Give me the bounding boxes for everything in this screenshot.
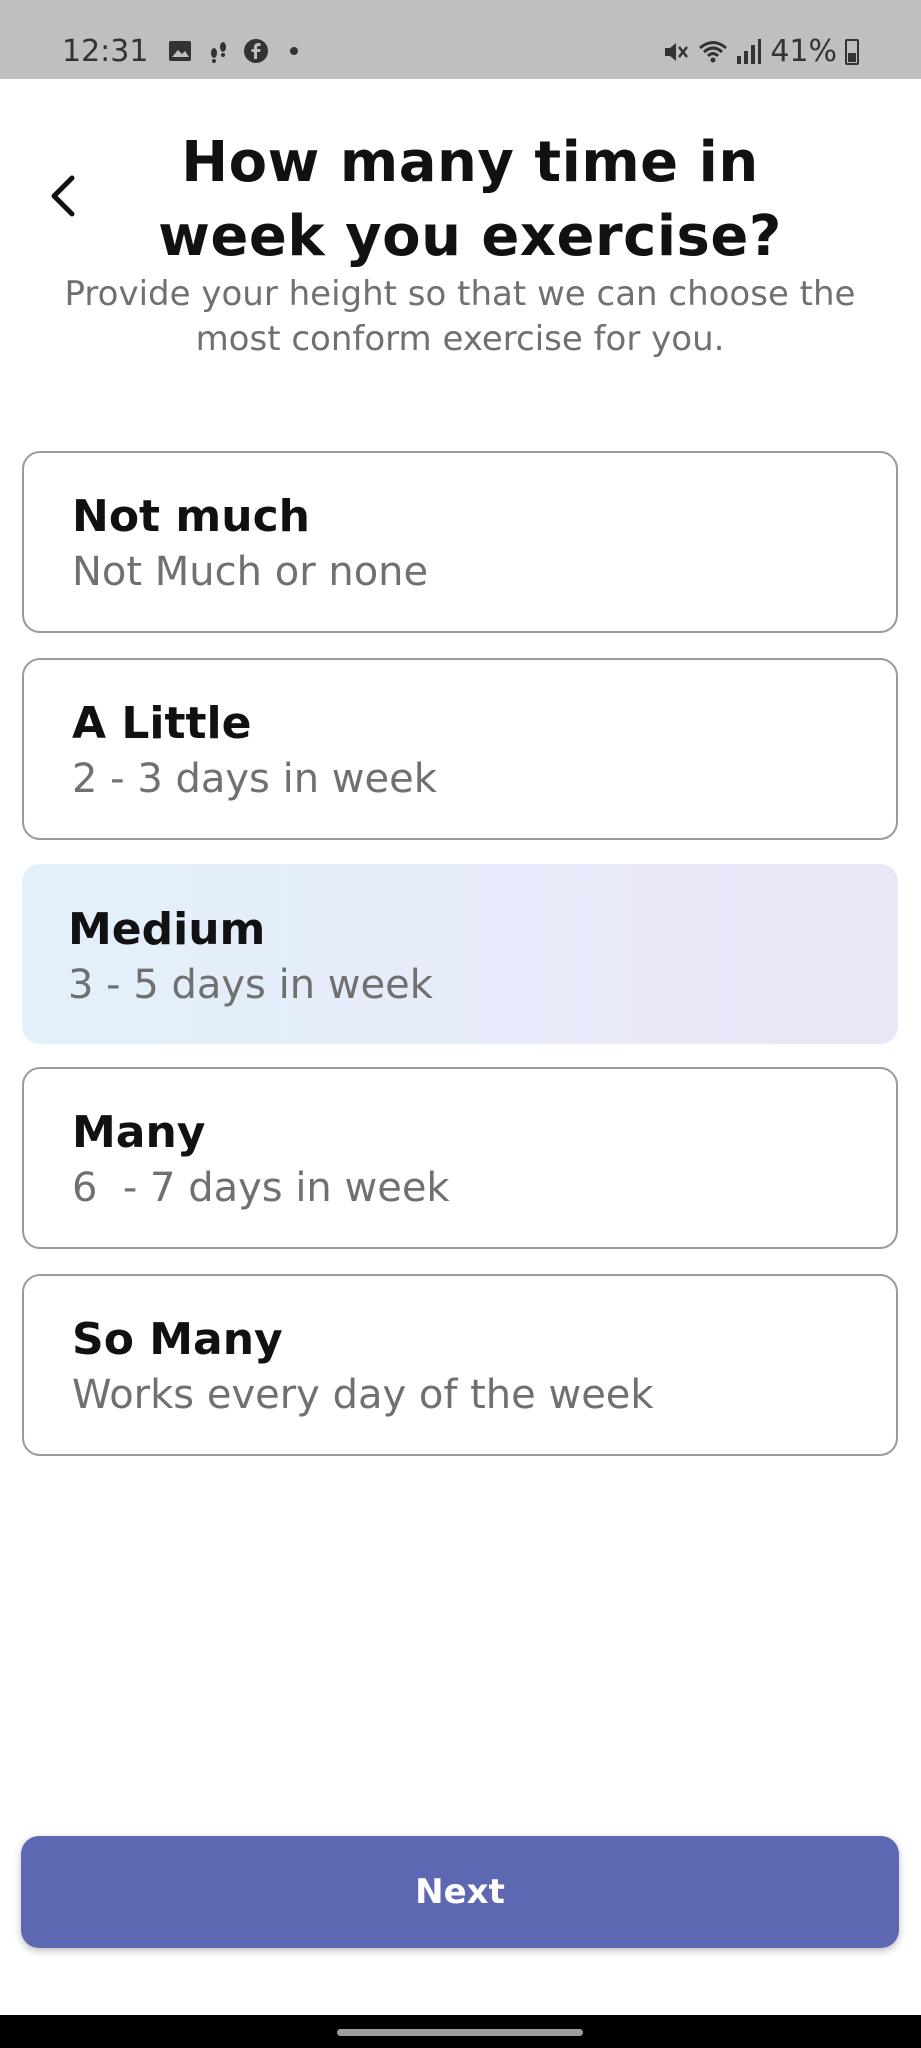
option-subtitle: Not Much or none (72, 549, 429, 595)
status-left: 12:31 (62, 34, 308, 69)
option-subtitle: 2 - 3 days in week (72, 756, 437, 802)
back-button[interactable] (42, 166, 86, 226)
option-not-much[interactable]: Not much Not Much or none (22, 451, 898, 633)
chevron-left-icon (51, 175, 75, 217)
status-time: 12:31 (62, 34, 149, 69)
navigation-bar (0, 2015, 921, 2048)
mute-icon (662, 38, 690, 66)
option-title: Many (72, 1107, 206, 1158)
option-a-little[interactable]: A Little 2 - 3 days in week (22, 658, 898, 840)
option-so-many[interactable]: So Many Works every day of the week (22, 1274, 898, 1456)
option-title: Not much (72, 491, 310, 542)
status-bar: 12:31 41% (0, 0, 921, 79)
option-title: A Little (72, 698, 252, 749)
signal-icon (734, 38, 762, 66)
page-title: How many time in week you exercise? (158, 130, 782, 269)
steps-icon (204, 38, 232, 66)
option-many[interactable]: Many 6 - 7 days in week (22, 1067, 898, 1249)
option-title: Medium (68, 904, 266, 955)
facebook-icon (242, 38, 270, 66)
battery-percent: 41% (770, 34, 837, 69)
option-title: So Many (72, 1314, 283, 1365)
dot-icon (280, 38, 308, 66)
option-subtitle: Works every day of the week (72, 1372, 654, 1418)
option-subtitle: 6 - 7 days in week (72, 1165, 450, 1211)
wifi-icon (698, 38, 728, 66)
battery-icon (845, 38, 859, 65)
gallery-icon (166, 38, 194, 66)
home-indicator[interactable] (337, 2029, 583, 2036)
option-medium[interactable]: Medium 3 - 5 days in week (22, 864, 898, 1044)
page-subtitle: Provide your height so that we can choos… (64, 274, 856, 359)
status-right: 41% (662, 34, 859, 69)
next-button[interactable]: Next (21, 1836, 899, 1948)
option-subtitle: 3 - 5 days in week (68, 962, 433, 1008)
